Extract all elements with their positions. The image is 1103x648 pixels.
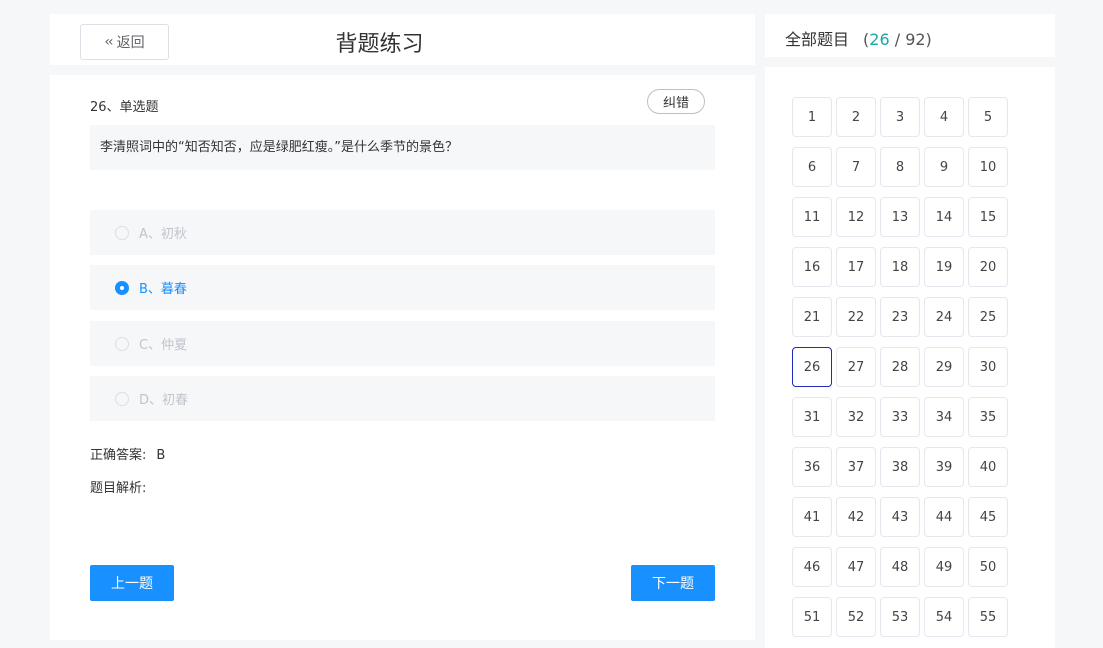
question-number-cell[interactable]: 37 <box>836 447 876 487</box>
question-number-cell[interactable]: 17 <box>836 247 876 287</box>
question-number-cell[interactable]: 44 <box>924 497 964 537</box>
question-number-cell[interactable]: 14 <box>924 197 964 237</box>
correct-answer: 正确答案: B <box>90 444 165 463</box>
option-d-label: D、初春 <box>139 393 189 408</box>
question-number-cell[interactable]: 12 <box>836 197 876 237</box>
option-a[interactable]: A、初秋 <box>90 210 715 255</box>
question-number-cell[interactable]: 16 <box>792 247 832 287</box>
analysis: 题目解析: <box>90 477 146 496</box>
question-number-cell[interactable]: 15 <box>968 197 1008 237</box>
question-number-cell[interactable]: 55 <box>968 597 1008 637</box>
option-b[interactable]: B、暮春 <box>90 265 715 310</box>
question-number-cell[interactable]: 51 <box>792 597 832 637</box>
question-number-cell[interactable]: 41 <box>792 497 832 537</box>
question-number-cell[interactable]: 19 <box>924 247 964 287</box>
question-number-cell[interactable]: 52 <box>836 597 876 637</box>
question-number-cell[interactable]: 13 <box>880 197 920 237</box>
option-d[interactable]: D、初春 <box>90 376 715 421</box>
radio-icon <box>115 391 129 406</box>
progress-total: 92 <box>905 30 926 49</box>
question-list-title: 全部题目 <box>785 30 850 49</box>
question-number-cell[interactable]: 1 <box>792 97 832 137</box>
question-number-cell[interactable]: 49 <box>924 547 964 587</box>
question-number-cell[interactable]: 53 <box>880 597 920 637</box>
question-number-cell[interactable]: 6 <box>792 147 832 187</box>
radio-icon <box>115 336 129 351</box>
radio-icon <box>115 225 129 240</box>
progress-current: 26 <box>869 30 890 49</box>
question-number-cell[interactable]: 2 <box>836 97 876 137</box>
option-c-label: C、仲夏 <box>139 338 188 353</box>
prev-question-button[interactable]: 上一题 <box>90 565 174 601</box>
question-number-cell[interactable]: 28 <box>880 347 920 387</box>
correct-answer-value: B <box>156 448 166 463</box>
question-number-cell[interactable]: 21 <box>792 297 832 337</box>
question-number-cell[interactable]: 46 <box>792 547 832 587</box>
question-number-cell[interactable]: 5 <box>968 97 1008 137</box>
radio-checked-icon <box>115 280 129 295</box>
question-number-cell[interactable]: 26 <box>792 347 832 387</box>
next-question-button[interactable]: 下一题 <box>631 565 715 601</box>
practice-page: ‹‹ 返回 背题练习 26、单选题 纠错 李清照词中的“知否知否，应是绿肥红瘦。… <box>0 0 1103 648</box>
report-error-button[interactable]: 纠错 <box>647 89 705 114</box>
question-number-cell[interactable]: 18 <box>880 247 920 287</box>
option-a-label: A、初秋 <box>139 227 187 242</box>
question-number-cell[interactable]: 4 <box>924 97 964 137</box>
question-type-label: 26、单选题 <box>90 100 159 115</box>
question-number-cell[interactable]: 29 <box>924 347 964 387</box>
question-number-cell[interactable]: 27 <box>836 347 876 387</box>
question-number-cell[interactable]: 32 <box>836 397 876 437</box>
correct-answer-label: 正确答案: <box>90 448 147 463</box>
question-number-cell[interactable]: 34 <box>924 397 964 437</box>
question-number-cell[interactable]: 54 <box>924 597 964 637</box>
question-number-cell[interactable]: 50 <box>968 547 1008 587</box>
question-number-cell[interactable]: 20 <box>968 247 1008 287</box>
question-number-cell[interactable]: 11 <box>792 197 832 237</box>
question-number-cell[interactable]: 10 <box>968 147 1008 187</box>
question-number-cell[interactable]: 45 <box>968 497 1008 537</box>
option-c[interactable]: C、仲夏 <box>90 321 715 366</box>
analysis-label: 题目解析: <box>90 481 147 496</box>
question-list-panel: 1 2 3 4 5 6 7 8 9 10 11 12 13 14 15 16 17 18 19 20 21 22 23 24 2… <box>765 67 1055 648</box>
question-number-cell[interactable]: 47 <box>836 547 876 587</box>
question-list-header: 全部题目 (26 / 92) <box>765 14 1055 57</box>
page-title: 背题练习 <box>50 26 755 58</box>
question-number-cell[interactable]: 43 <box>880 497 920 537</box>
page-title-text: 背题练习 <box>335 32 424 57</box>
question-number-cell[interactable]: 36 <box>792 447 832 487</box>
question-card: 26、单选题 纠错 李清照词中的“知否知否，应是绿肥红瘦。”是什么季节的景色？ … <box>50 75 755 640</box>
question-number-cell[interactable]: 30 <box>968 347 1008 387</box>
question-number-cell[interactable]: 3 <box>880 97 920 137</box>
question-number-cell[interactable]: 39 <box>924 447 964 487</box>
question-number-cell[interactable]: 38 <box>880 447 920 487</box>
question-number-cell[interactable]: 9 <box>924 147 964 187</box>
question-number-cell[interactable]: 40 <box>968 447 1008 487</box>
option-b-label: B、暮春 <box>139 282 187 297</box>
progress-counter: (26 / 92) <box>863 30 932 49</box>
question-number-cell[interactable]: 22 <box>836 297 876 337</box>
header-bar: ‹‹ 返回 背题练习 <box>50 14 755 65</box>
question-number-cell[interactable]: 8 <box>880 147 920 187</box>
question-number-cell[interactable]: 33 <box>880 397 920 437</box>
question-number-cell[interactable]: 42 <box>836 497 876 537</box>
question-number-cell[interactable]: 24 <box>924 297 964 337</box>
question-number-grid: 1 2 3 4 5 6 7 8 9 10 11 12 13 14 15 16 17 18 19 20 21 22 23 24 2… <box>792 97 1008 637</box>
question-number-cell[interactable]: 25 <box>968 297 1008 337</box>
question-stem: 李清照词中的“知否知否，应是绿肥红瘦。”是什么季节的景色？ <box>90 125 715 170</box>
question-number-cell[interactable]: 31 <box>792 397 832 437</box>
question-number-cell[interactable]: 7 <box>836 147 876 187</box>
question-number-cell[interactable]: 35 <box>968 397 1008 437</box>
question-number-cell[interactable]: 48 <box>880 547 920 587</box>
question-number-cell[interactable]: 23 <box>880 297 920 337</box>
